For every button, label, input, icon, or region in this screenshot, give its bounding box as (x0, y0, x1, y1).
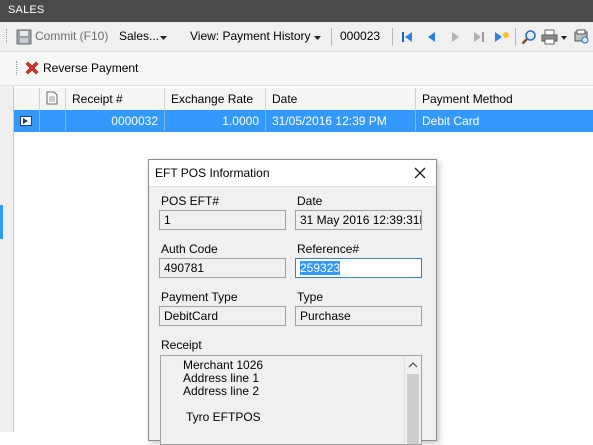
left-panel (0, 86, 14, 432)
window-titlebar: SALES (0, 0, 593, 22)
record-number: 000023 (340, 29, 381, 43)
payment-method-cell[interactable]: Debit Card (416, 110, 593, 132)
attachment-column-header[interactable] (40, 88, 66, 110)
type-label: Type (297, 290, 324, 304)
next-record-icon[interactable] (448, 30, 462, 44)
save-disk-icon (16, 29, 32, 45)
column-header-exchange-rate[interactable]: Exchange Rate (165, 88, 266, 110)
dialog-title: EFT POS Information (155, 166, 270, 180)
column-header-payment-method[interactable]: Payment Method (416, 88, 593, 110)
sales-label: Sales... (119, 29, 160, 43)
exchange-rate-cell[interactable]: 1.0000 (165, 110, 266, 132)
grid-header: Receipt # Exchange Rate Date Payment Met… (14, 88, 593, 111)
scrollbar-thumb[interactable] (407, 374, 419, 444)
table-row[interactable]: 0000032 1.0000 31/05/2016 12:39 PM Debit… (14, 110, 593, 132)
previous-record-icon[interactable] (425, 30, 439, 44)
chevron-down-icon (561, 36, 567, 40)
document-icon (46, 91, 58, 105)
toolbar-separator (331, 28, 332, 46)
commit-label: Commit (F10) (35, 29, 109, 43)
receipt-line: Merchant 1026 (183, 358, 264, 372)
receipt-cell[interactable]: 0000032 (66, 110, 165, 132)
chevron-down-icon (160, 36, 167, 40)
date-label: Date (297, 194, 323, 208)
auth-code-field[interactable]: 490781 (159, 258, 286, 278)
payment-type-label: Payment Type (161, 290, 238, 304)
receipt-line: Tyro EFTPOS (186, 410, 261, 424)
new-record-icon[interactable] (493, 30, 510, 44)
column-header-date[interactable]: Date (266, 88, 416, 110)
last-record-icon[interactable] (472, 30, 486, 44)
reference-value: 259323 (300, 261, 341, 275)
eft-pos-dialog: EFT POS Information POS EFT# 1 Date 31 M… (148, 159, 437, 445)
toolbar-grip[interactable] (6, 29, 10, 43)
attachment-cell[interactable] (40, 110, 66, 132)
reference-field[interactable]: 259323 (295, 258, 422, 278)
reverse-payment-label: Reverse Payment (43, 61, 139, 75)
receipt-label: Receipt (161, 338, 202, 352)
search-icon[interactable] (521, 29, 537, 45)
dialog-titlebar[interactable]: EFT POS Information (149, 160, 436, 187)
sales-dropdown[interactable]: Sales... (116, 27, 172, 47)
red-x-icon (25, 61, 39, 75)
reference-label: Reference# (297, 242, 360, 256)
actions-toolbar: Reverse Payment (0, 52, 593, 86)
main-toolbar: Commit (F10) Sales... View: Payment Hist… (0, 22, 593, 52)
view-label: View: Payment History (190, 29, 311, 43)
pos-eft-label: POS EFT# (161, 194, 220, 208)
date-cell[interactable]: 31/05/2016 12:39 PM (266, 110, 416, 132)
payment-type-field[interactable]: DebitCard (159, 306, 286, 326)
printer-icon (541, 29, 558, 45)
scroll-up-icon[interactable] (408, 362, 418, 368)
toolbar-grip[interactable] (16, 61, 20, 75)
row-pointer-icon (20, 116, 32, 126)
receipt-scrollbar[interactable] (404, 356, 421, 444)
window-title: SALES (8, 4, 45, 16)
type-field[interactable]: Purchase (295, 306, 422, 326)
row-selector[interactable] (14, 110, 40, 132)
chevron-down-icon (314, 36, 321, 40)
left-panel-accent (0, 205, 3, 239)
date-field[interactable]: 31 May 2016 12:39:31PM (295, 210, 422, 230)
receipt-line: Address line 2 (183, 384, 260, 398)
auth-code-label: Auth Code (161, 242, 218, 256)
first-record-icon[interactable] (400, 30, 414, 44)
view-dropdown[interactable]: View: Payment History (186, 27, 326, 47)
print-preview-icon[interactable] (573, 29, 590, 45)
row-selector-header (14, 88, 40, 110)
close-icon[interactable] (414, 167, 426, 179)
reverse-payment-button[interactable]: Reverse Payment (23, 58, 139, 78)
pos-eft-field[interactable]: 1 (159, 210, 286, 230)
commit-button[interactable]: Commit (F10) (14, 27, 112, 47)
column-header-receipt[interactable]: Receipt # (66, 88, 165, 110)
toolbar-separator (392, 28, 393, 46)
print-dropdown[interactable] (541, 28, 569, 46)
toolbar-separator (515, 28, 516, 46)
receipt-line: Address line 1 (183, 371, 260, 385)
